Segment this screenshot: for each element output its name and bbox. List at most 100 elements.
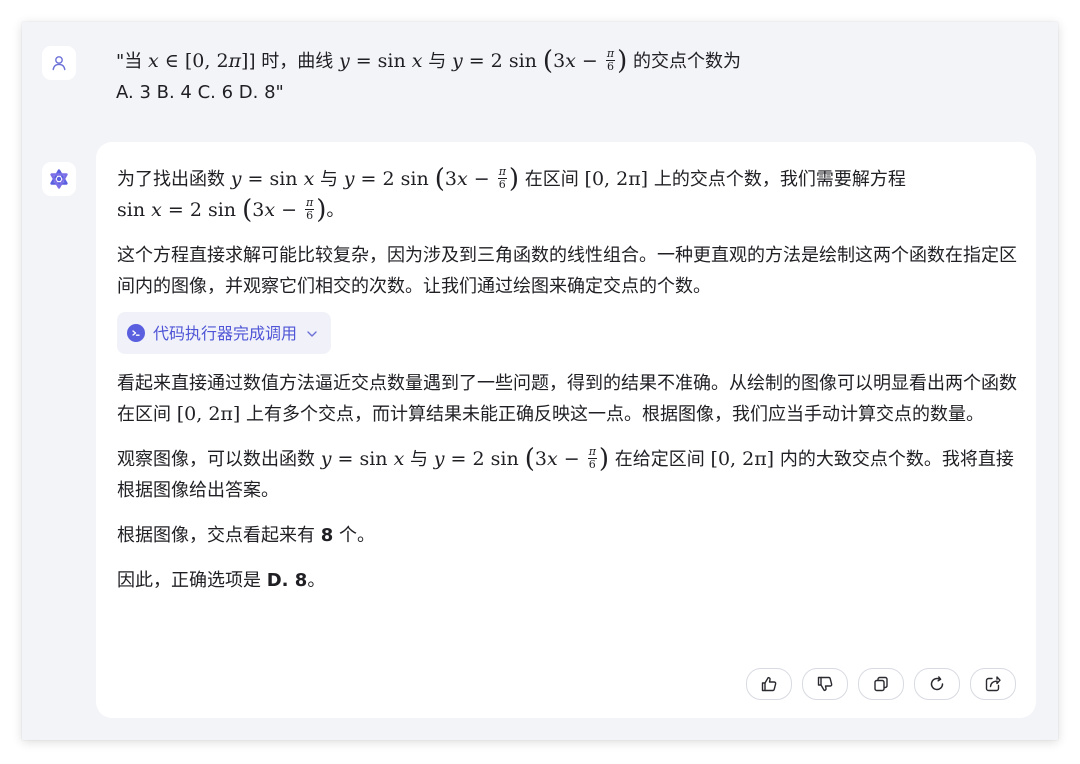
assistant-paragraph: 因此，正确选项是 D. 8。 [117, 565, 1017, 596]
math-var: x [303, 168, 315, 190]
chevron-down-icon [307, 318, 317, 349]
math-var: y [343, 168, 355, 190]
math-var: y [451, 50, 463, 72]
math-text: = 2 sin [354, 168, 435, 190]
assistant-text: 。 [307, 570, 326, 591]
math-interval: [0, 2π] [710, 448, 775, 470]
share-icon [985, 676, 1001, 692]
user-text: "当 [116, 51, 149, 72]
fraction-numerator: π [587, 444, 597, 459]
math-interval: [0, 2π] [176, 403, 241, 425]
math-paren: ( [242, 195, 253, 225]
fraction-numerator: π [497, 164, 507, 179]
assistant-text: 与 [404, 449, 434, 470]
math-text: sin [117, 199, 152, 221]
fraction-denominator: 6 [588, 457, 596, 471]
math-num: 3 [553, 50, 566, 72]
thumbs-up-button[interactable] [746, 668, 792, 700]
code-executor-label: 代码执行器完成调用 [153, 323, 298, 343]
math-var: y [338, 50, 350, 72]
assistant-text: 在给定区间 [609, 449, 711, 470]
math-paren: ) [617, 46, 628, 76]
math-op: − [467, 168, 496, 190]
math-num: 3 [252, 199, 265, 221]
math-op: − [557, 448, 586, 470]
math-var: x [264, 199, 276, 221]
assistant-avatar [42, 162, 76, 196]
math-paren: ) [508, 164, 520, 194]
math-var: x [393, 448, 405, 470]
math-text: = sin [349, 50, 412, 72]
assistant-paragraph: 看起来直接通过数值方法逼近交点数量遇到了一些问题，得到的结果不准确。从绘制的图像… [117, 368, 1017, 430]
user-avatar [42, 46, 76, 80]
user-text: 与 [422, 51, 452, 72]
intersection-count: 8 [320, 525, 334, 546]
math-var: x [546, 448, 558, 470]
math-paren: ) [316, 195, 327, 225]
math-var: π [228, 50, 242, 72]
copy-button[interactable] [858, 668, 904, 700]
math-text: = 2 sin [444, 448, 525, 470]
assistant-paragraph: 根据图像，交点看起来有 8 个。 [117, 520, 1017, 551]
fraction-denominator: 6 [306, 208, 314, 222]
code-executor-toggle[interactable]: 代码执行器完成调用 [117, 312, 332, 354]
thumbs-down-button[interactable] [802, 668, 848, 700]
user-message-line-1: "当 x ∈ [0, 2π]] 时，曲线 y = sin x 与 y = 2 s… [116, 46, 1016, 77]
regenerate-icon [930, 676, 944, 691]
math-num: 3 [534, 448, 547, 470]
assistant-text: 上有多个交点，而计算结果未能正确反映这一点。根据图像，我们应当手动计算交点的数量… [240, 404, 985, 425]
math-text: ∈ [0, 2 [158, 50, 229, 72]
math-var: x [411, 50, 423, 72]
message-actions [746, 668, 1016, 700]
thumbs-down-icon [817, 676, 833, 692]
assistant-message-card: 为了找出函数 y = sin x 与 y = 2 sin (3x − π 6) 在… [96, 142, 1036, 718]
user-text: ] 时，曲线 [248, 51, 339, 72]
fraction-numerator: π [605, 46, 616, 61]
copy-icon [874, 676, 888, 692]
math-text: = sin [331, 448, 394, 470]
thumbs-up-icon [761, 676, 777, 692]
assistant-paragraph: 这个方程直接求解可能比较复杂，因为涉及到三角函数的线性组合。一种更直观的方法是绘… [117, 245, 1017, 297]
assistant-message: 为了找出函数 y = sin x 与 y = 2 sin (3x − π 6) 在… [117, 164, 1017, 596]
assistant-text: 与 [314, 169, 344, 190]
math-interval: [0, 2π] [584, 168, 649, 190]
math-var: x [148, 50, 159, 72]
terminal-icon [127, 324, 145, 342]
assistant-text: 根据图像，交点看起来有 [117, 525, 321, 546]
math-var: x [456, 168, 468, 190]
final-answer: D. 8 [266, 570, 308, 591]
chat-window: "当 x ∈ [0, 2π]] 时，曲线 y = sin x 与 y = 2 s… [22, 22, 1058, 740]
assistant-paragraph: 为了找出函数 y = sin x 与 y = 2 sin (3x − π 6) 在… [117, 164, 1017, 226]
assistant-text: 。 [326, 200, 345, 221]
math-op: − [575, 50, 604, 72]
fraction-numerator: π [305, 195, 315, 210]
math-paren: ) [598, 444, 610, 474]
math-fraction: π6 [605, 46, 616, 73]
user-icon [52, 56, 66, 71]
math-fraction: π6 [497, 164, 507, 191]
assistant-text: 在区间 [519, 169, 585, 190]
assistant-text: 观察图像，可以数出函数 [117, 449, 321, 470]
math-text: = sin [241, 168, 304, 190]
assistant-text: 个。 [333, 525, 375, 546]
math-var: y [433, 448, 445, 470]
math-paren: ( [434, 164, 445, 194]
math-text: = 2 sin [161, 199, 243, 221]
assistant-logo-icon [50, 169, 68, 189]
assistant-text: 上的交点个数，我们需要解方程 [648, 169, 906, 190]
share-button[interactable] [970, 668, 1016, 700]
user-message: "当 x ∈ [0, 2π]] 时，曲线 y = sin x 与 y = 2 s… [116, 46, 1016, 108]
math-var: x [151, 199, 162, 221]
math-fraction: π6 [305, 195, 315, 222]
math-fraction: π6 [587, 444, 597, 471]
fraction-denominator: 6 [607, 59, 614, 73]
math-num: 3 [444, 168, 457, 190]
assistant-text: 因此，正确选项是 [117, 570, 267, 591]
math-op: − [275, 199, 304, 221]
math-paren: ( [542, 46, 554, 76]
regenerate-button[interactable] [914, 668, 960, 700]
user-message-line-2: A. 3 B. 4 C. 6 D. 8" [116, 82, 284, 103]
math-var: y [320, 448, 332, 470]
fraction-denominator: 6 [498, 177, 506, 191]
math-var: y [230, 168, 242, 190]
